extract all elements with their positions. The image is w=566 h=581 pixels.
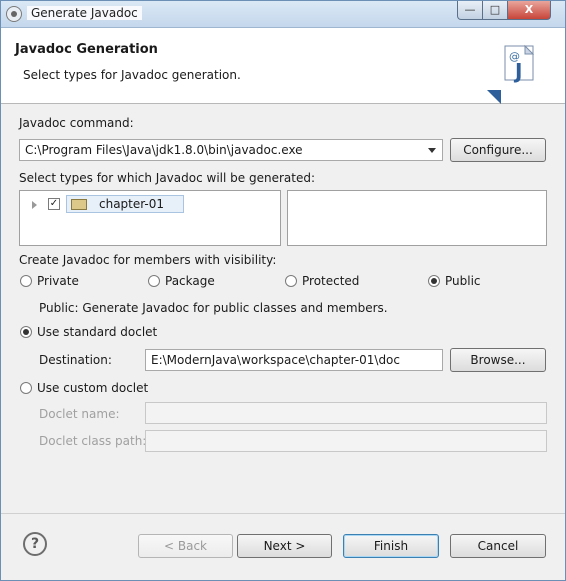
cancel-button[interactable]: Cancel [450, 534, 546, 558]
javadoc-command-label: Javadoc command: [19, 116, 134, 130]
public-label[interactable]: Public [445, 274, 481, 288]
projects-tree[interactable]: ✓ chapter-01 [19, 190, 281, 246]
svg-text:J: J [513, 59, 522, 83]
public-radio[interactable] [428, 275, 440, 287]
finish-button[interactable]: Finish [343, 534, 439, 558]
help-icon[interactable]: ? [23, 532, 47, 556]
configure-button[interactable]: Configure... [450, 138, 546, 162]
page-description: Select types for Javadoc generation. [23, 68, 241, 82]
next-button[interactable]: Next > [237, 534, 332, 558]
expand-arrow-icon[interactable] [32, 201, 37, 209]
custom-doclet-radio[interactable] [20, 382, 32, 394]
standard-doclet-radio[interactable] [20, 326, 32, 338]
private-label[interactable]: Private [37, 274, 79, 288]
select-types-label: Select types for which Javadoc will be g… [19, 171, 315, 185]
generate-javadoc-dialog: Generate Javadoc — □ X Javadoc Generatio… [0, 0, 566, 581]
window-title: Generate Javadoc [27, 6, 142, 20]
destination-input[interactable]: E:\ModernJava\workspace\chapter-01\doc [145, 349, 443, 371]
chevron-down-icon[interactable] [428, 148, 436, 153]
visibility-description: Public: Generate Javadoc for public clas… [39, 301, 388, 315]
doclet-classpath-input[interactable] [145, 430, 547, 452]
title-bar: Generate Javadoc — □ X [1, 1, 565, 28]
standard-doclet-label[interactable]: Use standard doclet [37, 325, 157, 339]
browse-button[interactable]: Browse... [450, 348, 546, 372]
doclet-name-label: Doclet name: [39, 407, 120, 421]
tree-item-selection[interactable]: chapter-01 [66, 195, 184, 213]
tree-checkbox[interactable]: ✓ [48, 198, 60, 210]
javadoc-wizard-icon: @ J [487, 44, 535, 104]
private-radio[interactable] [20, 275, 32, 287]
back-button[interactable]: < Back [138, 534, 233, 558]
tree-item-label: chapter-01 [99, 197, 165, 211]
doclet-name-input[interactable] [145, 402, 547, 424]
protected-label[interactable]: Protected [302, 274, 359, 288]
close-button[interactable]: X [507, 1, 551, 20]
footer-divider [1, 513, 565, 514]
visibility-label: Create Javadoc for members with visibili… [19, 253, 277, 267]
wizard-header: Javadoc Generation Select types for Java… [1, 28, 565, 104]
package-label[interactable]: Package [165, 274, 215, 288]
custom-doclet-label[interactable]: Use custom doclet [37, 381, 148, 395]
eclipse-icon [6, 6, 22, 22]
package-radio[interactable] [148, 275, 160, 287]
javadoc-command-combo[interactable]: C:\Program Files\Java\jdk1.8.0\bin\javad… [19, 139, 443, 161]
project-folder-icon [71, 199, 87, 210]
javadoc-command-value: C:\Program Files\Java\jdk1.8.0\bin\javad… [25, 143, 303, 157]
protected-radio[interactable] [285, 275, 297, 287]
maximize-button[interactable]: □ [482, 1, 508, 20]
doclet-classpath-label: Doclet class path: [39, 434, 147, 448]
destination-value: E:\ModernJava\workspace\chapter-01\doc [151, 353, 400, 367]
minimize-button[interactable]: — [457, 1, 483, 20]
types-list[interactable] [287, 190, 547, 246]
destination-label: Destination: [39, 353, 112, 367]
page-title: Javadoc Generation [15, 42, 158, 57]
